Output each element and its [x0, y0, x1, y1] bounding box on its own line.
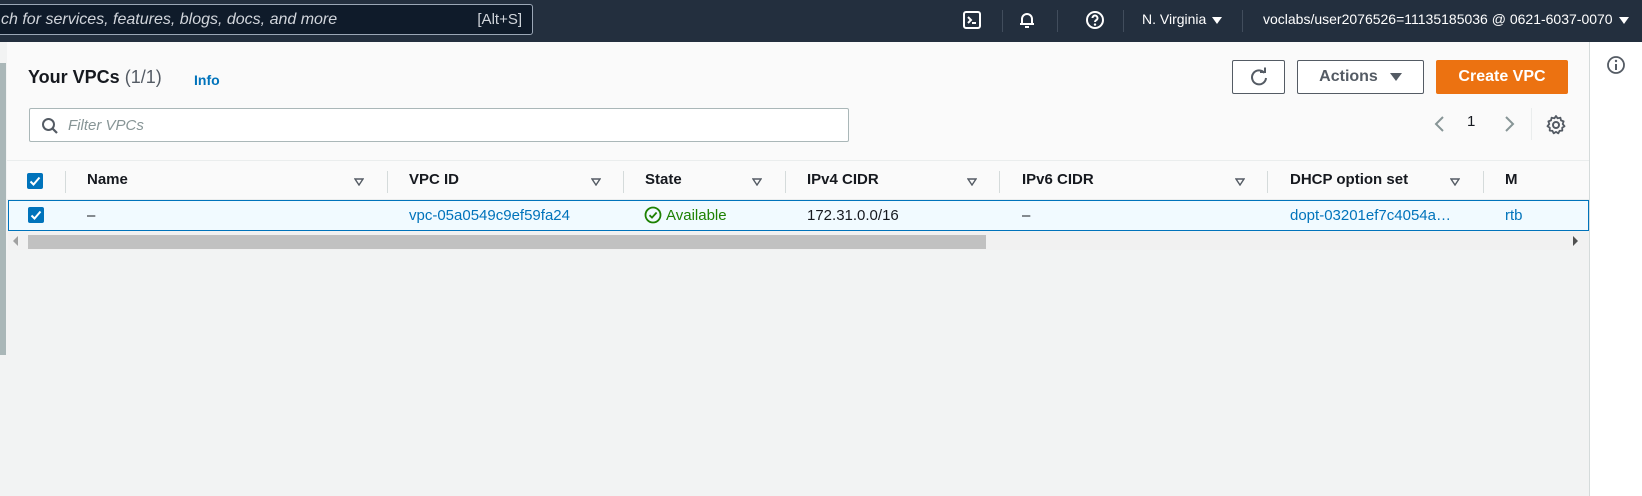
pager-divider: [1531, 108, 1532, 140]
column-header-state[interactable]: State: [645, 171, 682, 188]
row-checkbox[interactable]: [28, 207, 44, 223]
scroll-left-arrow[interactable]: [13, 236, 18, 246]
topbar-divider: [1057, 10, 1058, 32]
cell-main-route-table-link[interactable]: rtb: [1505, 207, 1523, 224]
topbar-divider: [1242, 10, 1243, 32]
sort-icon[interactable]: [354, 178, 364, 186]
bell-icon[interactable]: [1015, 8, 1039, 32]
column-divider: [1483, 171, 1484, 193]
scrollbar-thumb[interactable]: [28, 235, 986, 249]
chevron-down-icon: [1618, 16, 1629, 24]
filter-vpcs-field[interactable]: [29, 108, 849, 142]
account-menu[interactable]: voclabs/user2076526=11135185036 @ 0621-6…: [1263, 11, 1629, 27]
column-header-main-route-table[interactable]: M: [1505, 171, 1518, 188]
column-header-ipv6-cidr[interactable]: IPv6 CIDR: [1022, 171, 1094, 188]
cell-ipv6-cidr: –: [1022, 207, 1031, 224]
column-divider: [623, 171, 624, 193]
actions-button[interactable]: Actions: [1297, 60, 1424, 94]
next-page-icon[interactable]: [1501, 112, 1517, 136]
cell-vpc-id-link[interactable]: vpc-05a0549c9ef59fa24: [409, 207, 570, 224]
cell-ipv4-cidr: 172.31.0.0/16: [807, 207, 899, 224]
page-title: Your VPCs (1/1): [28, 67, 162, 88]
account-label: voclabs/user2076526=11135185036 @ 0621-6…: [1263, 11, 1613, 27]
region-selector[interactable]: N. Virginia: [1142, 11, 1223, 27]
cloudshell-icon[interactable]: [960, 8, 984, 32]
sort-icon[interactable]: [1235, 178, 1245, 186]
create-vpc-button[interactable]: Create VPC: [1436, 60, 1568, 94]
previous-page-icon[interactable]: [1432, 112, 1448, 136]
sort-icon[interactable]: [752, 178, 762, 186]
column-divider: [785, 171, 786, 193]
global-search-box[interactable]: ch for services, features, blogs, docs, …: [0, 4, 533, 35]
table-header-area: Your VPCs (1/1) Info Actions Create VPC …: [7, 42, 1589, 160]
column-header-vpc-id[interactable]: VPC ID: [409, 171, 459, 188]
search-text: ch for services, features, blogs, docs, …: [1, 11, 338, 28]
sort-icon[interactable]: [967, 178, 977, 186]
refresh-icon: [1250, 67, 1267, 86]
page-title-text: Your VPCs: [28, 67, 120, 87]
caret-down-icon: [1389, 73, 1402, 81]
chevron-down-icon: [1212, 16, 1223, 24]
check-icon: [30, 210, 42, 220]
left-panel-edge: [0, 63, 6, 355]
scroll-right-arrow[interactable]: [1573, 236, 1578, 246]
selection-count: (1/1): [124, 67, 162, 87]
vpc-list-panel: Your VPCs (1/1) Info Actions Create VPC …: [7, 42, 1589, 496]
region-label: N. Virginia: [1142, 11, 1207, 27]
cell-name: –: [87, 207, 96, 224]
refresh-button[interactable]: [1232, 60, 1285, 94]
topbar-divider: [1002, 10, 1003, 32]
gear-icon[interactable]: [1545, 114, 1567, 136]
check-circle-icon: [644, 206, 662, 224]
table-row[interactable]: – vpc-05a0549c9ef59fa24 Available 172.31…: [8, 200, 1589, 231]
help-icon[interactable]: [1083, 8, 1107, 32]
check-icon: [29, 176, 41, 186]
cell-state: Available: [666, 207, 727, 224]
filter-vpcs-input[interactable]: [68, 115, 828, 135]
column-divider: [65, 171, 66, 193]
sort-icon[interactable]: [1450, 178, 1460, 186]
top-nav-bar: ch for services, features, blogs, docs, …: [0, 0, 1642, 42]
column-header-dhcp-option-set[interactable]: DHCP option set: [1290, 171, 1408, 188]
table-column-headers: Name VPC ID State IPv4 CIDR IPv6 CIDR DH…: [7, 160, 1589, 200]
column-divider: [999, 171, 1000, 193]
column-header-ipv4-cidr[interactable]: IPv4 CIDR: [807, 171, 879, 188]
search-icon: [42, 118, 58, 134]
column-divider: [387, 171, 388, 193]
actions-label: Actions: [1319, 68, 1378, 85]
current-page-number[interactable]: 1: [1467, 113, 1475, 130]
info-link[interactable]: Info: [194, 72, 220, 88]
column-divider: [1267, 171, 1268, 193]
horizontal-scrollbar[interactable]: [8, 232, 1589, 250]
tools-panel: [1589, 42, 1642, 496]
search-shortcut: [Alt+S]: [477, 11, 522, 28]
info-icon[interactable]: [1606, 55, 1626, 75]
select-all-checkbox[interactable]: [27, 173, 43, 189]
sort-icon[interactable]: [591, 178, 601, 186]
cell-dhcp-option-set-link[interactable]: dopt-03201ef7c4054a…: [1290, 207, 1451, 224]
topbar-divider: [1123, 10, 1124, 32]
column-header-name[interactable]: Name: [87, 171, 128, 188]
